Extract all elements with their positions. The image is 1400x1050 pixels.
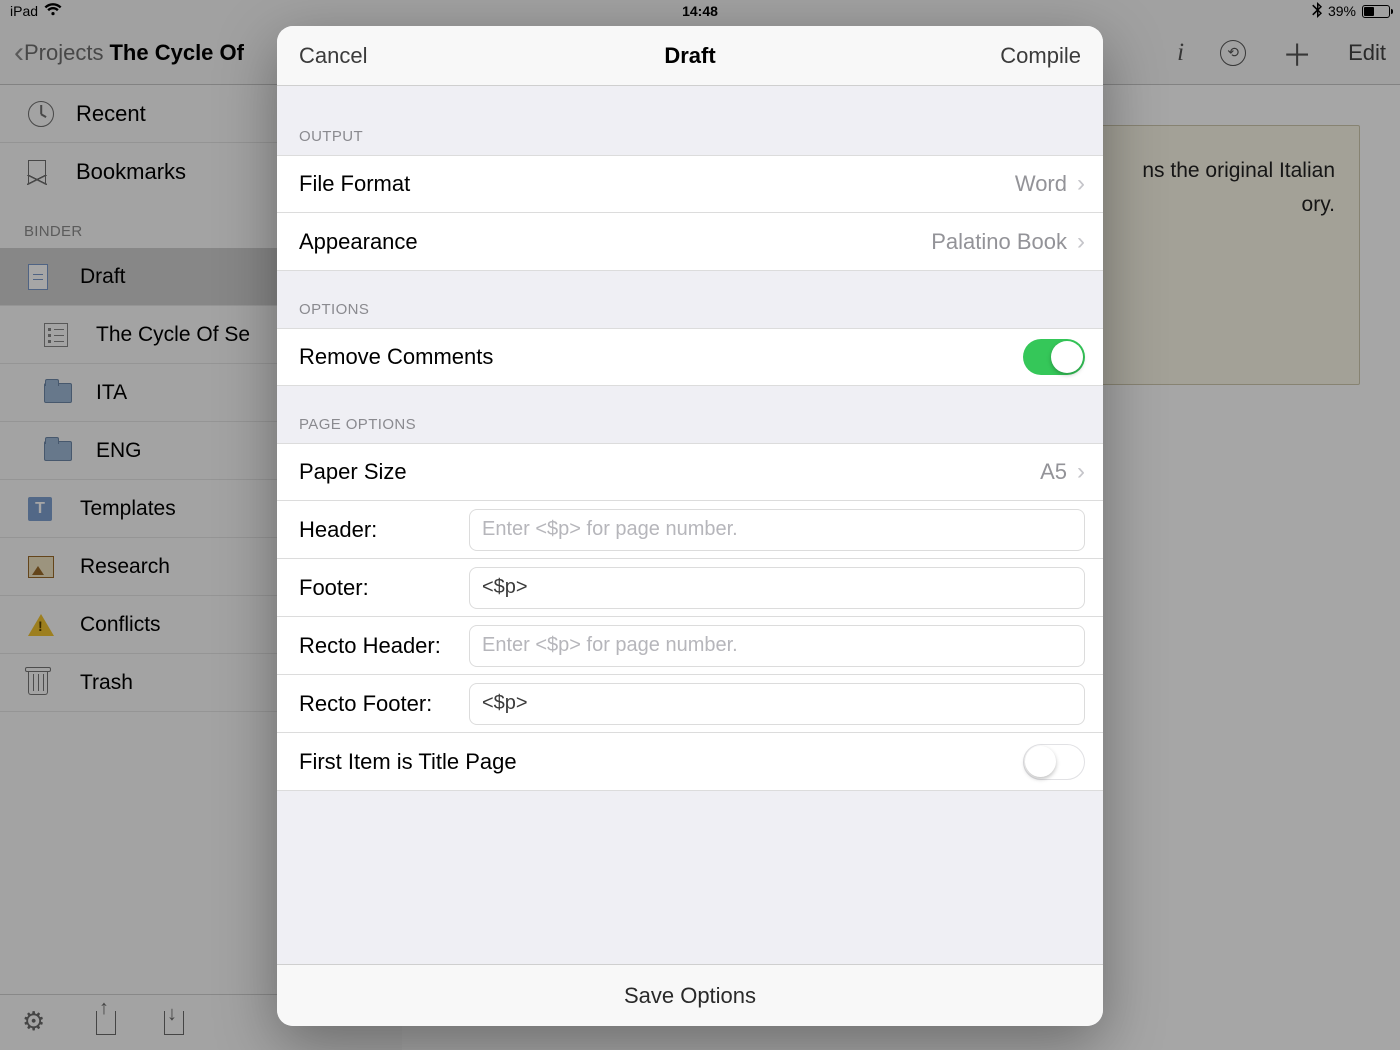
cell-label: Header: xyxy=(299,517,469,543)
cell-label: Appearance xyxy=(299,229,418,255)
footer-row: Footer: xyxy=(277,559,1103,617)
modal-header: Cancel Draft Compile xyxy=(277,26,1103,86)
compile-button[interactable]: Compile xyxy=(1000,43,1081,69)
first-item-toggle[interactable] xyxy=(1023,744,1085,780)
recto-header-row: Recto Header: xyxy=(277,617,1103,675)
section-options: OPTIONS xyxy=(277,271,1103,328)
cell-value: Palatino Book xyxy=(931,229,1067,255)
cancel-button[interactable]: Cancel xyxy=(299,43,367,69)
modal-title: Draft xyxy=(664,43,715,69)
cell-label: Recto Header: xyxy=(299,633,469,659)
compile-modal: Cancel Draft Compile OUTPUT File Format … xyxy=(277,26,1103,1026)
appearance-row[interactable]: Appearance Palatino Book › xyxy=(277,213,1103,271)
remove-comments-toggle[interactable] xyxy=(1023,339,1085,375)
remove-comments-row: Remove Comments xyxy=(277,328,1103,386)
header-row: Header: xyxy=(277,501,1103,559)
cell-label: Paper Size xyxy=(299,459,407,485)
recto-footer-row: Recto Footer: xyxy=(277,675,1103,733)
header-input[interactable] xyxy=(469,509,1085,551)
cell-label: Recto Footer: xyxy=(299,691,469,717)
cell-value: A5 xyxy=(1040,459,1067,485)
paper-size-row[interactable]: Paper Size A5 › xyxy=(277,443,1103,501)
cell-label: Footer: xyxy=(299,575,469,601)
cell-label: First Item is Title Page xyxy=(299,749,517,775)
section-output: OUTPUT xyxy=(277,86,1103,155)
cell-label: File Format xyxy=(299,171,410,197)
cell-label: Remove Comments xyxy=(299,344,493,370)
first-item-title-row: First Item is Title Page xyxy=(277,733,1103,791)
chevron-right-icon: › xyxy=(1077,170,1085,198)
chevron-right-icon: › xyxy=(1077,228,1085,256)
save-options-button[interactable]: Save Options xyxy=(277,964,1103,1026)
recto-header-input[interactable] xyxy=(469,625,1085,667)
section-page-options: PAGE OPTIONS xyxy=(277,386,1103,443)
cell-value: Word xyxy=(1015,171,1067,197)
file-format-row[interactable]: File Format Word › xyxy=(277,155,1103,213)
chevron-right-icon: › xyxy=(1077,458,1085,486)
recto-footer-input[interactable] xyxy=(469,683,1085,725)
footer-input[interactable] xyxy=(469,567,1085,609)
